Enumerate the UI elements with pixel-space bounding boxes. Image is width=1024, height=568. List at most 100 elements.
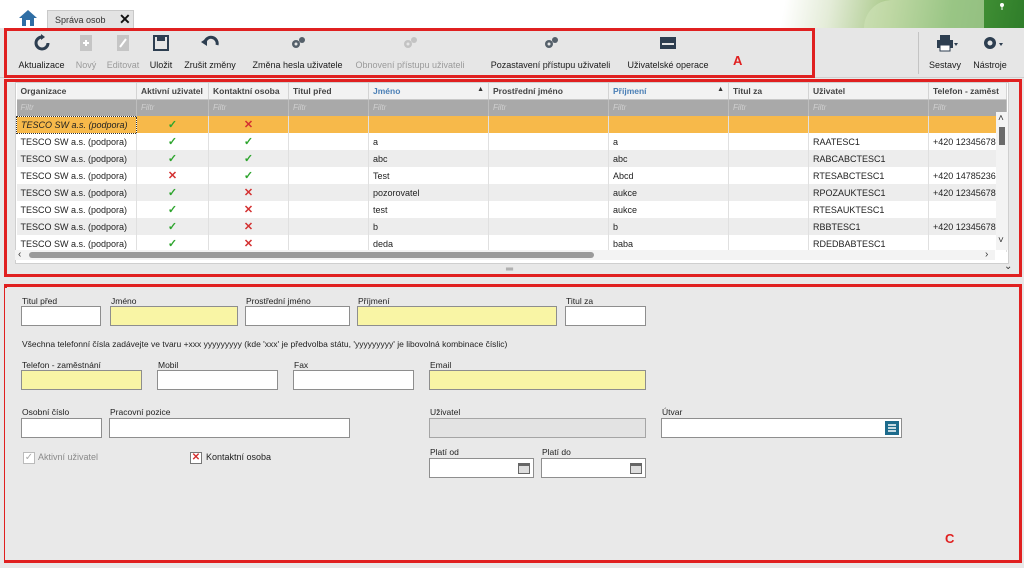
fax-input[interactable] — [293, 370, 414, 390]
sort-asc-icon: ▲ — [717, 85, 724, 93]
table-row[interactable]: TESCO SW a.s. (podpora) ✓ ✕ pozorovatel aukc… — [16, 184, 1007, 201]
persons-table: Organizace Aktivní uživatel Kontaktní os… — [16, 83, 1007, 252]
col-prijmeni[interactable]: Příjmení ▲ — [608, 83, 729, 100]
header-decoration-curve — [864, 0, 984, 28]
label-osobni-cislo: Osobní číslo — [22, 407, 70, 417]
cell-middle — [488, 167, 609, 184]
check-icon: ✓ — [167, 221, 178, 233]
scroll-up-icon[interactable]: ˄ — [998, 114, 1004, 124]
col-titul-pred[interactable]: Titul před — [288, 83, 369, 100]
cell-middle — [488, 150, 609, 167]
filter-cell[interactable]: Filtr — [136, 99, 209, 116]
cell-first: pozorovatel — [368, 184, 489, 201]
calendar-icon[interactable] — [517, 461, 531, 475]
prostredni-input[interactable] — [245, 306, 350, 326]
col-jmeno[interactable]: Jméno ▲ — [368, 83, 489, 100]
plati-do-input[interactable] — [541, 458, 646, 478]
osobni-cislo-input[interactable] — [21, 418, 102, 438]
filter-cell[interactable]: Filtr — [928, 99, 1007, 116]
filter-cell[interactable]: Filtr — [728, 99, 809, 116]
cell-kontaktni: ✕ — [208, 218, 289, 235]
gear-icon — [981, 34, 1003, 52]
calendar-icon[interactable] — [629, 461, 643, 475]
telefon-input[interactable] — [21, 370, 142, 390]
cell-suffix — [728, 167, 809, 184]
col-telefon[interactable]: Telefon - zaměst — [928, 83, 1007, 100]
tools-button[interactable]: Nástroje — [968, 34, 1012, 72]
label-kontaktni: Kontaktní osoba — [206, 452, 272, 462]
prijmeni-input[interactable] — [357, 306, 557, 326]
cell-user: RBBTESC1 — [808, 218, 929, 235]
col-prostredni[interactable]: Prostřední jméno — [488, 83, 609, 100]
splitter-handle[interactable]: ═ — [506, 264, 513, 275]
scroll-down-icon[interactable]: ˅ — [998, 236, 1004, 246]
cross-icon: ✕ — [167, 170, 178, 182]
col-titul-za[interactable]: Titul za — [728, 83, 809, 100]
close-icon[interactable]: ✕ — [119, 12, 131, 26]
toolbar-separator — [918, 32, 919, 74]
table-row[interactable]: TESCO SW a.s. (podpora) ✓ ✕ — [16, 115, 1007, 134]
kontaktni-checkbox[interactable]: ✕ — [190, 452, 202, 464]
plati-od-input[interactable] — [429, 458, 534, 478]
pracovni-pozice-input[interactable] — [109, 418, 350, 438]
table-row[interactable]: TESCO SW a.s. (podpora) ✓ ✓ abc abc RABCABCTE… — [16, 150, 1007, 167]
cell-last — [608, 116, 729, 133]
label-pracovni-pozice: Pracovní pozice — [110, 407, 171, 417]
col-uzivatel[interactable]: Uživatel — [808, 83, 929, 100]
label-utvar: Útvar — [662, 407, 683, 417]
list-picker-icon[interactable] — [885, 421, 899, 435]
cell-middle — [488, 201, 609, 218]
printer-icon — [936, 34, 958, 52]
table-row[interactable]: TESCO SW a.s. (podpora) ✕ ✓ Test Abcd RTESABC… — [16, 167, 1007, 184]
cell-aktivni: ✓ — [136, 201, 209, 218]
col-aktivni[interactable]: Aktivní uživatel — [136, 83, 209, 100]
cell-aktivni: ✓ — [136, 116, 209, 133]
cell-org: TESCO SW a.s. (podpora) — [16, 184, 137, 201]
cell-first: test — [368, 201, 489, 218]
jmeno-input[interactable] — [110, 306, 238, 326]
home-icon[interactable] — [18, 9, 38, 27]
scroll-thumb[interactable] — [29, 252, 594, 258]
cell-user: RTESABCTESC1 — [808, 167, 929, 184]
table-row[interactable]: TESCO SW a.s. (podpora) ✓ ✕ b b RBBTESC1 +420 … — [16, 218, 1007, 235]
filter-cell[interactable]: Filtr — [208, 99, 289, 116]
col-kontaktni[interactable]: Kontaktní osoba — [208, 83, 289, 100]
titul-pred-input[interactable] — [21, 306, 101, 326]
reports-button[interactable]: Sestavy — [925, 34, 965, 72]
cell-suffix — [728, 150, 809, 167]
filter-cell[interactable]: Filtr — [288, 99, 369, 116]
filter-cell[interactable]: Filtr — [808, 99, 929, 116]
grid-vertical-scrollbar[interactable]: ˄ ˅ — [996, 112, 1008, 250]
aktivni-checkbox[interactable]: ✓ — [23, 452, 35, 464]
filter-cell[interactable]: Filtr — [368, 99, 489, 116]
filter-cell[interactable]: Filtr — [488, 99, 609, 116]
cell-title — [288, 133, 369, 150]
scroll-right-icon[interactable]: › — [985, 250, 988, 260]
cell-title — [288, 184, 369, 201]
titul-za-input[interactable] — [565, 306, 646, 326]
tab-sprava-osob[interactable]: Správa osob ✕ — [47, 10, 134, 28]
cell-suffix — [728, 184, 809, 201]
label-plati-do: Platí do — [542, 447, 571, 457]
grid-header-row: Organizace Aktivní uživatel Kontaktní os… — [16, 83, 1007, 100]
collapse-icon[interactable]: ⌄ — [1004, 262, 1012, 272]
table-row[interactable]: TESCO SW a.s. (podpora) ✓ ✕ test aukce RTESAU… — [16, 201, 1007, 218]
grid-horizontal-scrollbar[interactable]: ‹ › — [15, 250, 995, 260]
persons-grid[interactable]: Organizace Aktivní uživatel Kontaktní os… — [15, 82, 1009, 264]
col-organizace[interactable]: Organizace — [16, 83, 137, 100]
filter-cell[interactable]: Filtr — [608, 99, 729, 116]
check-icon: ✓ — [167, 153, 178, 165]
table-row[interactable]: TESCO SW a.s. (podpora) ✓ ✓ a a RAATESC1 +420 … — [16, 133, 1007, 150]
scroll-left-icon[interactable]: ‹ — [18, 250, 21, 260]
utvar-input[interactable] — [661, 418, 902, 438]
label-aktivni: Aktivní uživatel — [38, 452, 99, 462]
email-input[interactable] — [429, 370, 646, 390]
cell-phone — [928, 116, 1007, 133]
label-titul-pred: Titul před — [22, 296, 58, 306]
pin-icon[interactable] — [998, 2, 1006, 10]
uzivatel-input — [429, 418, 646, 438]
filter-cell[interactable]: Filtr — [16, 99, 137, 116]
reports-label: Sestavy — [928, 60, 961, 70]
mobil-input[interactable] — [157, 370, 278, 390]
scroll-thumb[interactable] — [999, 127, 1005, 145]
